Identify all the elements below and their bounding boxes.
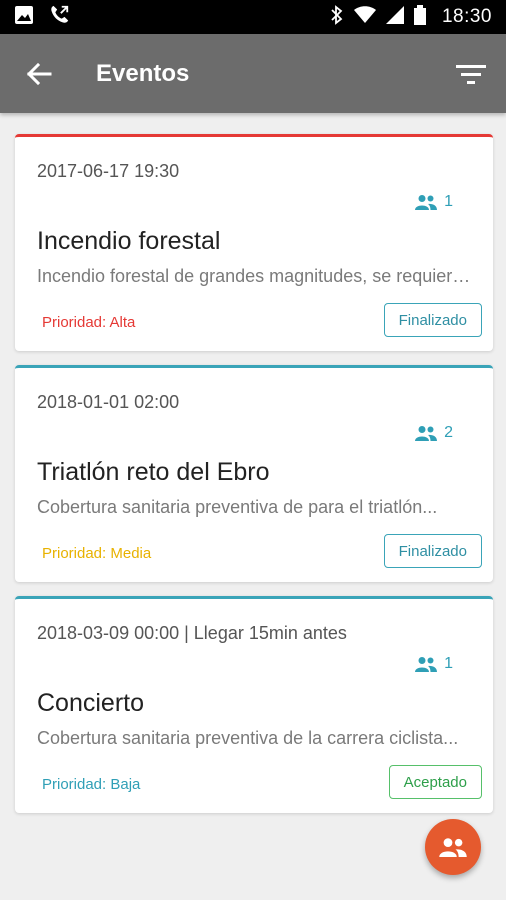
event-date: 2018-03-09 00:00 | Llegar 15min antes	[37, 623, 347, 643]
wifi-icon	[353, 5, 376, 29]
arrow-left-icon	[26, 62, 52, 85]
attendee-count-value: 1	[444, 193, 453, 210]
people-icon	[415, 195, 438, 210]
group-icon	[439, 838, 467, 857]
battery-icon	[413, 4, 426, 30]
filter-button[interactable]	[436, 34, 506, 113]
event-list: 2017-06-17 19:30 1 Incendio forestal Inc…	[15, 134, 493, 827]
event-card[interactable]: 2017-06-17 19:30 1 Incendio forestal Inc…	[15, 134, 493, 351]
app-bar: Eventos	[0, 34, 506, 113]
event-description: Incendio forestal de grandes magnitudes,…	[37, 266, 477, 286]
people-icon	[415, 426, 438, 441]
event-card[interactable]: 2018-01-01 02:00 2 Triatlón reto del Ebr…	[15, 365, 493, 582]
people-icon	[415, 657, 438, 672]
bluetooth-icon	[330, 4, 344, 30]
attendee-count-value: 1	[444, 655, 453, 672]
event-title: Concierto	[37, 689, 144, 717]
event-description: Cobertura sanitaria preventiva de para e…	[37, 497, 438, 517]
signal-icon	[385, 5, 404, 29]
image-notification-icon	[14, 5, 34, 30]
status-badge: Finalizado	[383, 534, 482, 568]
back-button[interactable]	[4, 34, 74, 113]
event-priority: Prioridad: Alta	[42, 314, 136, 331]
filter-icon	[456, 64, 486, 84]
attendee-count: 1	[415, 655, 453, 673]
event-priority: Prioridad: Media	[42, 545, 152, 562]
event-date: 2018-01-01 02:00	[37, 392, 180, 412]
event-card[interactable]: 2018-03-09 00:00 | Llegar 15min antes 1 …	[15, 596, 493, 813]
event-description: Cobertura sanitaria preventiva de la car…	[37, 728, 459, 748]
attendee-count: 1	[415, 193, 453, 211]
group-fab-button[interactable]	[425, 819, 481, 875]
event-priority: Prioridad: Baja	[42, 776, 141, 793]
status-badge: Finalizado	[383, 303, 482, 337]
event-date: 2017-06-17 19:30	[37, 161, 180, 181]
attendee-count: 2	[415, 424, 453, 442]
phone-call-icon	[48, 4, 70, 31]
status-bar: 18:30	[0, 0, 506, 34]
event-title: Triatlón reto del Ebro	[37, 458, 270, 486]
page-title: Eventos	[96, 59, 190, 87]
attendee-count-value: 2	[444, 424, 453, 441]
event-title: Incendio forestal	[37, 227, 221, 255]
status-badge: Aceptado	[388, 765, 482, 799]
status-time: 18:30	[441, 6, 492, 27]
